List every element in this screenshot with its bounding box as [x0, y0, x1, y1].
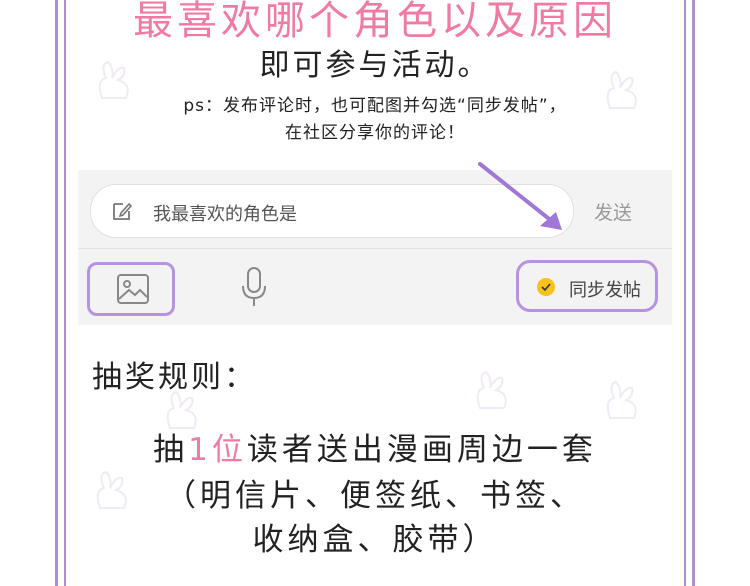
rules-heading: 抽奖规则： [92, 360, 257, 395]
check-icon [537, 278, 555, 296]
bunny-watermark [606, 380, 637, 419]
panel-divider [78, 248, 672, 249]
bunny-watermark [476, 370, 507, 409]
microphone-icon[interactable] [240, 266, 268, 308]
ps-note-line1: ps：发布评论时，也可配图并勾选“同步发帖”， [183, 96, 567, 116]
edit-icon [113, 202, 133, 220]
rule-line1-highlight: 1位 [188, 432, 247, 468]
comment-placeholder: 我最喜欢的角色是 [153, 204, 297, 225]
rule-line1-suffix: 读者送出漫画周边一套 [246, 432, 597, 468]
sync-post-checkbox[interactable]: 同步发帖 [516, 260, 658, 312]
arrow-icon [478, 162, 562, 230]
rule-line1-prefix: 抽 [153, 432, 189, 468]
rule-line1: 抽1位读者送出漫画周边一套 [0, 424, 750, 469]
page-subtitle: 即可参与活动。 [259, 48, 491, 83]
sync-post-label: 同步发帖 [569, 280, 641, 301]
rule-line2: （明信片、便签纸、书签、 [165, 478, 585, 514]
send-button[interactable]: 发送 [594, 198, 632, 225]
ps-note-line2: 在社区分享你的评论！ [285, 123, 465, 143]
image-icon [117, 274, 149, 304]
rule-line3: 收纳盒、胶带） [252, 522, 498, 558]
image-button[interactable] [87, 262, 175, 316]
